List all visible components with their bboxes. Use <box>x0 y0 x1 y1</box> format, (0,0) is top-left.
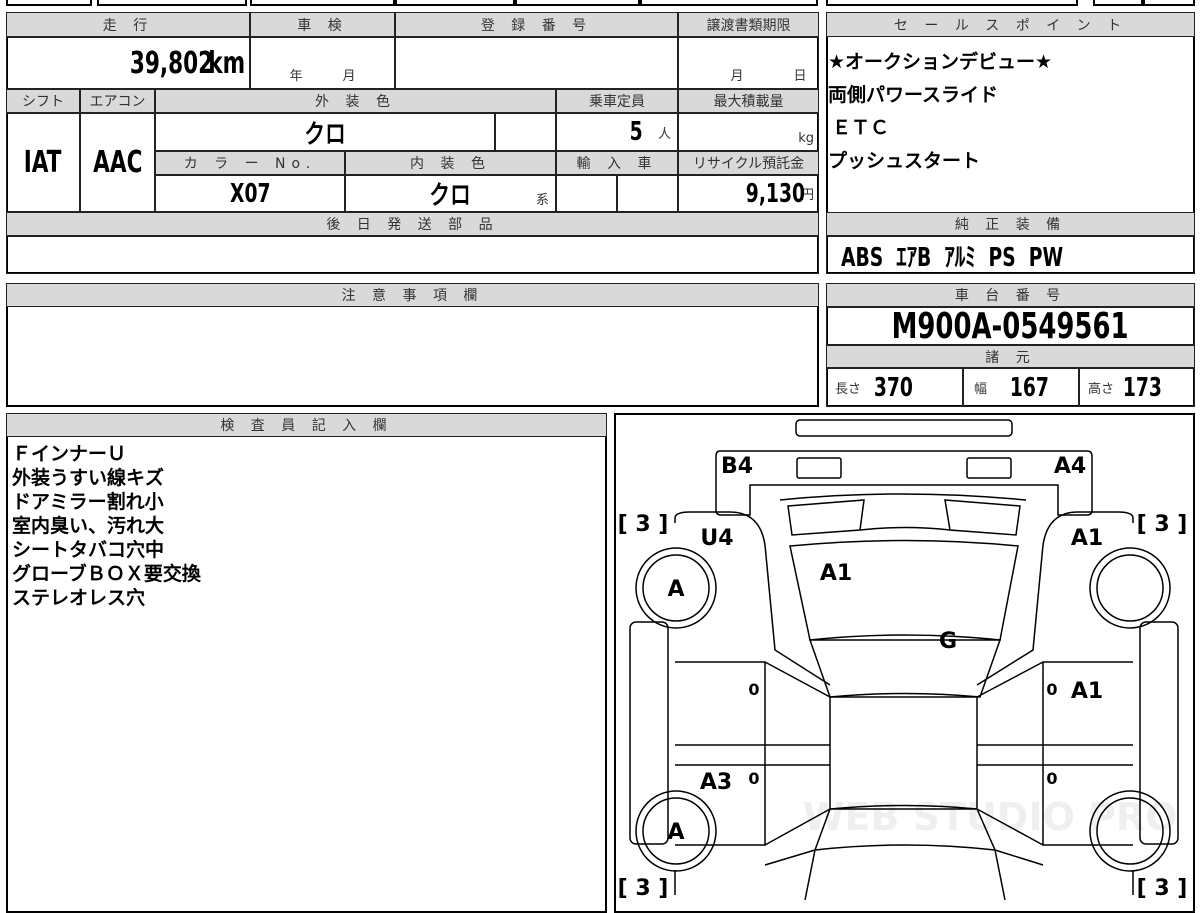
rear-glass <box>789 539 1019 641</box>
tire-tread-label: [ 3 ] <box>1137 512 1188 537</box>
damage-label: A4 <box>1054 454 1086 479</box>
roof-front <box>808 639 1002 698</box>
rear-panel <box>715 450 1093 516</box>
watermark: WEB STUDIO PRO <box>803 795 1178 839</box>
tire-tread-label: [ 3 ] <box>618 512 669 537</box>
step-left <box>629 621 669 845</box>
damage-label: A <box>667 577 684 602</box>
tail-lamp-left <box>796 457 842 479</box>
quarter-right <box>976 511 1134 686</box>
rear-bumper <box>795 419 1013 437</box>
tire-tread-label: [ 3 ] <box>1137 876 1188 900</box>
damage-label: A1 <box>820 561 852 586</box>
tire-tread-label: [ 3 ] <box>618 876 669 900</box>
door-mark: 0 <box>1046 680 1057 699</box>
spoiler <box>779 493 1027 501</box>
car-damage-diagram: B4 A4 U4 A1 A1 G A1 A3 A A [ 3 ] [ 3 ] [… <box>618 419 1188 900</box>
damage-label: A3 <box>700 770 732 795</box>
damage-label: A1 <box>1071 526 1103 551</box>
rear-lights <box>787 499 1021 536</box>
door-mark: 0 <box>748 769 759 788</box>
quarter-left <box>674 511 831 686</box>
damage-label: A <box>667 820 684 845</box>
damage-label: A1 <box>1071 679 1103 704</box>
damage-label: U4 <box>700 526 733 551</box>
door-mark: 0 <box>748 680 759 699</box>
damage-label: B4 <box>721 454 753 479</box>
damage-label: G <box>939 629 957 654</box>
tail-lamp-right <box>966 457 1012 479</box>
roof <box>829 696 978 810</box>
door-mark: 0 <box>1046 769 1057 788</box>
